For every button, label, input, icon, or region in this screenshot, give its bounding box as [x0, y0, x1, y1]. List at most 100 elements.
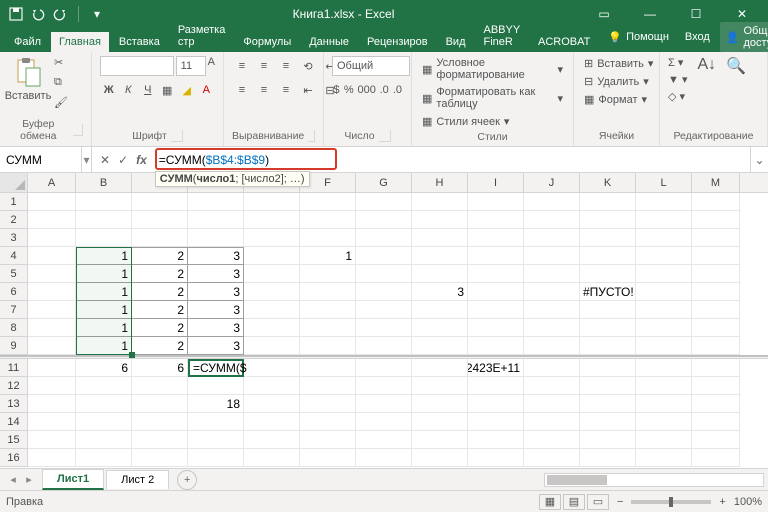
cell[interactable] — [412, 337, 468, 355]
cell[interactable] — [28, 359, 76, 377]
cell[interactable] — [356, 431, 412, 449]
cell[interactable] — [524, 395, 580, 413]
cell[interactable]: 3 — [188, 247, 244, 265]
clipboard-dialog-icon[interactable] — [73, 124, 83, 136]
cell[interactable] — [692, 337, 740, 355]
row-header[interactable]: 2 — [0, 211, 28, 229]
cell[interactable] — [188, 211, 244, 229]
redo-icon[interactable] — [52, 6, 68, 22]
cell[interactable] — [468, 395, 524, 413]
undo-icon[interactable] — [30, 6, 46, 22]
share-button[interactable]: 👤 Общий доступ — [720, 22, 768, 52]
cell[interactable] — [300, 377, 356, 395]
cell[interactable] — [468, 431, 524, 449]
cell[interactable] — [28, 229, 76, 247]
align-bottom-icon[interactable]: ≡ — [276, 56, 296, 76]
cell[interactable]: 3,2423E+11 — [468, 359, 524, 377]
cell[interactable]: 6 — [76, 359, 132, 377]
cell[interactable] — [76, 193, 132, 211]
cell[interactable] — [356, 359, 412, 377]
new-sheet-button[interactable]: + — [177, 470, 197, 490]
font-size-combo[interactable]: 11 — [176, 56, 206, 76]
cell[interactable]: 1 — [76, 247, 132, 265]
comma-format-icon[interactable]: 000 — [357, 80, 377, 100]
cell[interactable] — [468, 377, 524, 395]
cell[interactable] — [356, 449, 412, 467]
cell[interactable]: 18 — [188, 395, 244, 413]
cell[interactable] — [132, 193, 188, 211]
cell[interactable] — [28, 431, 76, 449]
cell[interactable] — [468, 283, 524, 301]
cell[interactable] — [524, 193, 580, 211]
cell[interactable] — [524, 337, 580, 355]
cell[interactable] — [580, 413, 636, 431]
tab-file[interactable]: Файл — [6, 32, 49, 52]
cell[interactable] — [188, 449, 244, 467]
column-header[interactable]: K — [580, 173, 636, 192]
cell[interactable]: =СУММ($ — [188, 359, 244, 377]
cell[interactable] — [76, 211, 132, 229]
cell[interactable] — [636, 301, 692, 319]
cell[interactable] — [468, 413, 524, 431]
row-header[interactable]: 12 — [0, 377, 28, 395]
underline-icon[interactable]: Ч — [139, 80, 157, 100]
cell[interactable] — [76, 377, 132, 395]
cell[interactable] — [28, 211, 76, 229]
cell[interactable] — [28, 301, 76, 319]
name-box-dropdown-icon[interactable]: ▾ — [82, 147, 92, 172]
tell-me[interactable]: 💡 Помощн — [602, 28, 675, 47]
paste-button[interactable]: Вставить — [8, 56, 48, 102]
fx-icon[interactable]: fx — [136, 153, 147, 167]
function-tooltip[interactable]: СУММ(число1; [число2]; …) — [155, 171, 310, 187]
autosum-icon[interactable]: Σ ▾ — [668, 56, 687, 69]
cell[interactable] — [524, 319, 580, 337]
cell[interactable] — [356, 283, 412, 301]
cell[interactable]: 1 — [76, 265, 132, 283]
format-painter-icon[interactable]: 🖌 — [54, 96, 70, 112]
cell[interactable]: 2 — [132, 265, 188, 283]
cell[interactable] — [244, 247, 300, 265]
format-as-table[interactable]: ▦Форматировать как таблицу▾ — [420, 85, 565, 111]
row-header[interactable]: 16 — [0, 449, 28, 467]
increase-decimal-icon[interactable]: .0 — [379, 80, 390, 100]
cell[interactable] — [468, 193, 524, 211]
percent-format-icon[interactable]: % — [343, 80, 355, 100]
cell[interactable] — [300, 283, 356, 301]
cell[interactable] — [132, 377, 188, 395]
cell[interactable] — [244, 431, 300, 449]
cell[interactable] — [300, 265, 356, 283]
cell[interactable] — [244, 211, 300, 229]
cell[interactable]: 1 — [76, 301, 132, 319]
cell[interactable] — [636, 247, 692, 265]
borders-icon[interactable]: ▦ — [159, 80, 177, 100]
cell[interactable]: 3 — [188, 265, 244, 283]
cell[interactable] — [636, 193, 692, 211]
cell[interactable] — [580, 377, 636, 395]
tab-home[interactable]: Главная — [51, 32, 109, 52]
accounting-format-icon[interactable]: $ — [332, 80, 341, 100]
row-header[interactable]: 1 — [0, 193, 28, 211]
cell[interactable] — [132, 395, 188, 413]
increase-font-icon[interactable]: A — [208, 56, 215, 76]
cell[interactable] — [244, 319, 300, 337]
sheet-tab[interactable]: Лист1 — [42, 469, 104, 490]
cell[interactable] — [692, 283, 740, 301]
tab-acrobat[interactable]: ACROBAT — [530, 32, 598, 52]
cell[interactable] — [636, 211, 692, 229]
number-format-combo[interactable]: Общий — [332, 56, 410, 76]
cell[interactable] — [356, 247, 412, 265]
cell[interactable] — [132, 413, 188, 431]
cell[interactable] — [412, 395, 468, 413]
sheet-nav-next-icon[interactable]: ▸ — [22, 473, 36, 486]
cell[interactable] — [412, 301, 468, 319]
cell[interactable] — [300, 449, 356, 467]
enter-formula-icon[interactable]: ✓ — [118, 153, 128, 167]
number-dialog-icon[interactable] — [379, 130, 391, 142]
sort-filter-icon[interactable]: A↓ — [697, 56, 716, 74]
cell[interactable] — [692, 377, 740, 395]
horizontal-scrollbar[interactable] — [544, 473, 764, 487]
cell[interactable] — [412, 319, 468, 337]
column-header[interactable]: I — [468, 173, 524, 192]
cell[interactable] — [580, 449, 636, 467]
cell[interactable] — [412, 229, 468, 247]
